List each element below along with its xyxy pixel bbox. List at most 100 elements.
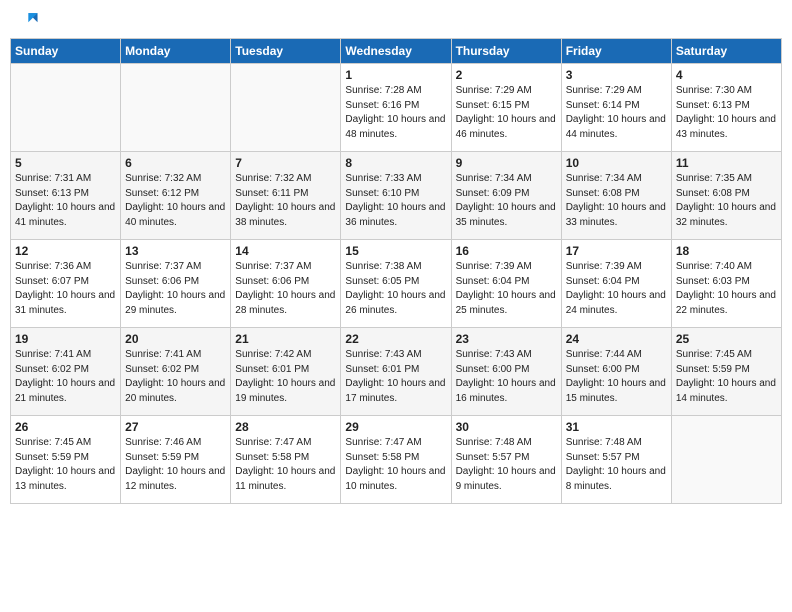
day-cell: 2 Sunrise: 7:29 AMSunset: 6:15 PMDaylight… [451, 64, 561, 152]
day-number: 3 [566, 68, 667, 82]
day-cell: 5 Sunrise: 7:31 AMSunset: 6:13 PMDaylight… [11, 152, 121, 240]
day-number: 16 [456, 244, 557, 258]
day-info: Sunrise: 7:32 AMSunset: 6:11 PMDaylight:… [235, 172, 336, 230]
day-cell [11, 64, 121, 152]
day-number: 21 [235, 332, 336, 346]
day-cell [671, 416, 781, 504]
column-header-monday: Monday [121, 39, 231, 64]
day-info: Sunrise: 7:41 AMSunset: 6:02 PMDaylight:… [15, 348, 116, 406]
logo [14, 10, 42, 30]
day-info: Sunrise: 7:31 AMSunset: 6:13 PMDaylight:… [15, 172, 116, 230]
column-header-wednesday: Wednesday [341, 39, 451, 64]
day-cell: 24Sunrise: 7:44 AMSunset: 6:00 PMDayligh… [561, 328, 671, 416]
day-cell: 16 Sunrise: 7:39 AMSunset: 6:04 PMDayligh… [451, 240, 561, 328]
day-info: Sunrise: 7:43 AMSunset: 6:01 PMDaylight:… [345, 348, 446, 406]
day-cell: 30 Sunrise: 7:48 AMSunset: 5:57 PMDayligh… [451, 416, 561, 504]
calendar-body: 1Sunrise: 7:28 AMSunset: 6:16 PMDaylight… [11, 64, 782, 504]
day-cell: 18 Sunrise: 7:40 AMSunset: 6:03 PMDayligh… [671, 240, 781, 328]
day-cell: 27Sunrise: 7:46 AMSunset: 5:59 PMDayligh… [121, 416, 231, 504]
day-cell: 19Sunrise: 7:41 AMSunset: 6:02 PMDayligh… [11, 328, 121, 416]
day-number: 14 [235, 244, 336, 258]
day-number: 1 [345, 68, 446, 82]
day-number: 31 [566, 420, 667, 434]
day-cell: 15 Sunrise: 7:38 AMSunset: 6:05 PMDayligh… [341, 240, 451, 328]
day-number: 10 [566, 156, 667, 170]
page-header [10, 10, 782, 30]
day-number: 12 [15, 244, 116, 258]
day-info: Sunrise: 7:47 AMSunset: 5:58 PMDaylight:… [235, 436, 336, 494]
day-info: Sunrise: 7:37 AMSunset: 6:06 PMDaylight:… [125, 260, 226, 318]
day-info: Sunrise: 7:36 AMSunset: 6:07 PMDaylight:… [15, 260, 116, 318]
day-cell: 12 Sunrise: 7:36 AMSunset: 6:07 PMDayligh… [11, 240, 121, 328]
day-info: Sunrise: 7:40 AMSunset: 6:03 PMDaylight:… [676, 260, 777, 318]
week-row-4: 19Sunrise: 7:41 AMSunset: 6:02 PMDayligh… [11, 328, 782, 416]
week-row-2: 5 Sunrise: 7:31 AMSunset: 6:13 PMDaylight… [11, 152, 782, 240]
day-info: Sunrise: 7:39 AMSunset: 6:04 PMDaylight:… [456, 260, 557, 318]
calendar-header: SundayMondayTuesdayWednesdayThursdayFrid… [11, 39, 782, 64]
day-info: Sunrise: 7:42 AMSunset: 6:01 PMDaylight:… [235, 348, 336, 406]
day-cell: 26 Sunrise: 7:45 AMSunset: 5:59 PMDayligh… [11, 416, 121, 504]
day-info: Sunrise: 7:46 AMSunset: 5:59 PMDaylight:… [125, 436, 226, 494]
day-number: 26 [15, 420, 116, 434]
day-info: Sunrise: 7:48 AMSunset: 5:57 PMDaylight:… [566, 436, 667, 494]
day-number: 9 [456, 156, 557, 170]
day-number: 4 [676, 68, 777, 82]
column-header-friday: Friday [561, 39, 671, 64]
day-cell: 8Sunrise: 7:33 AMSunset: 6:10 PMDaylight… [341, 152, 451, 240]
day-number: 7 [235, 156, 336, 170]
day-info: Sunrise: 7:44 AMSunset: 6:00 PMDaylight:… [566, 348, 667, 406]
day-info: Sunrise: 7:41 AMSunset: 6:02 PMDaylight:… [125, 348, 226, 406]
day-info: Sunrise: 7:39 AMSunset: 6:04 PMDaylight:… [566, 260, 667, 318]
week-row-1: 1Sunrise: 7:28 AMSunset: 6:16 PMDaylight… [11, 64, 782, 152]
day-cell: 20Sunrise: 7:41 AMSunset: 6:02 PMDayligh… [121, 328, 231, 416]
week-row-3: 12 Sunrise: 7:36 AMSunset: 6:07 PMDayligh… [11, 240, 782, 328]
day-cell: 14 Sunrise: 7:37 AMSunset: 6:06 PMDayligh… [231, 240, 341, 328]
column-header-tuesday: Tuesday [231, 39, 341, 64]
day-cell: 31 Sunrise: 7:48 AMSunset: 5:57 PMDayligh… [561, 416, 671, 504]
day-number: 22 [345, 332, 446, 346]
day-info: Sunrise: 7:48 AMSunset: 5:57 PMDaylight:… [456, 436, 557, 494]
day-number: 15 [345, 244, 446, 258]
day-info: Sunrise: 7:37 AMSunset: 6:06 PMDaylight:… [235, 260, 336, 318]
day-info: Sunrise: 7:34 AMSunset: 6:08 PMDaylight:… [566, 172, 667, 230]
day-cell: 21 Sunrise: 7:42 AMSunset: 6:01 PMDayligh… [231, 328, 341, 416]
day-info: Sunrise: 7:35 AMSunset: 6:08 PMDaylight:… [676, 172, 777, 230]
day-cell [121, 64, 231, 152]
day-cell: 22 Sunrise: 7:43 AMSunset: 6:01 PMDayligh… [341, 328, 451, 416]
day-info: Sunrise: 7:32 AMSunset: 6:12 PMDaylight:… [125, 172, 226, 230]
column-header-thursday: Thursday [451, 39, 561, 64]
day-number: 25 [676, 332, 777, 346]
day-number: 30 [456, 420, 557, 434]
day-info: Sunrise: 7:43 AMSunset: 6:00 PMDaylight:… [456, 348, 557, 406]
day-number: 5 [15, 156, 116, 170]
day-cell: 10 Sunrise: 7:34 AMSunset: 6:08 PMDayligh… [561, 152, 671, 240]
day-cell: 28Sunrise: 7:47 AMSunset: 5:58 PMDayligh… [231, 416, 341, 504]
day-cell: 29Sunrise: 7:47 AMSunset: 5:58 PMDayligh… [341, 416, 451, 504]
day-number: 29 [345, 420, 446, 434]
day-cell: 6 Sunrise: 7:32 AMSunset: 6:12 PMDaylight… [121, 152, 231, 240]
day-info: Sunrise: 7:29 AMSunset: 6:14 PMDaylight:… [566, 84, 667, 142]
day-number: 18 [676, 244, 777, 258]
day-cell: 9Sunrise: 7:34 AMSunset: 6:09 PMDaylight… [451, 152, 561, 240]
day-cell: 13 Sunrise: 7:37 AMSunset: 6:06 PMDayligh… [121, 240, 231, 328]
week-row-5: 26 Sunrise: 7:45 AMSunset: 5:59 PMDayligh… [11, 416, 782, 504]
column-header-sunday: Sunday [11, 39, 121, 64]
day-cell: 11 Sunrise: 7:35 AMSunset: 6:08 PMDayligh… [671, 152, 781, 240]
day-info: Sunrise: 7:29 AMSunset: 6:15 PMDaylight:… [456, 84, 557, 142]
day-cell: 23 Sunrise: 7:43 AMSunset: 6:00 PMDayligh… [451, 328, 561, 416]
day-number: 11 [676, 156, 777, 170]
day-number: 2 [456, 68, 557, 82]
day-number: 6 [125, 156, 226, 170]
day-cell: 17 Sunrise: 7:39 AMSunset: 6:04 PMDayligh… [561, 240, 671, 328]
day-info: Sunrise: 7:45 AMSunset: 5:59 PMDaylight:… [15, 436, 116, 494]
day-cell: 4Sunrise: 7:30 AMSunset: 6:13 PMDaylight… [671, 64, 781, 152]
day-number: 23 [456, 332, 557, 346]
day-cell [231, 64, 341, 152]
day-cell: 3 Sunrise: 7:29 AMSunset: 6:14 PMDaylight… [561, 64, 671, 152]
day-number: 17 [566, 244, 667, 258]
logo-icon [14, 10, 38, 30]
day-info: Sunrise: 7:38 AMSunset: 6:05 PMDaylight:… [345, 260, 446, 318]
day-info: Sunrise: 7:45 AMSunset: 5:59 PMDaylight:… [676, 348, 777, 406]
calendar-table: SundayMondayTuesdayWednesdayThursdayFrid… [10, 38, 782, 504]
day-number: 13 [125, 244, 226, 258]
